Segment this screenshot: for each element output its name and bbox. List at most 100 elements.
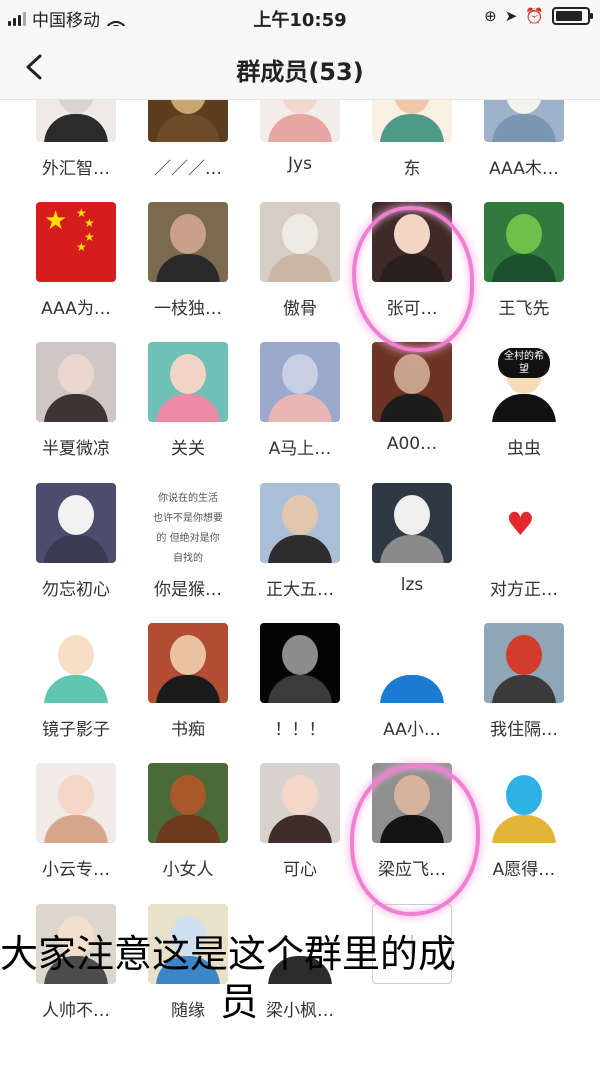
- avatar-body-shape: [380, 535, 444, 563]
- member-item[interactable]: ♥ 对方正…: [474, 483, 574, 613]
- member-name: 傲骨: [283, 299, 317, 319]
- member-name: A00…: [386, 434, 438, 454]
- member-avatar: [148, 763, 228, 843]
- member-name: 可心: [283, 860, 317, 880]
- avatar-head-shape: [58, 354, 94, 394]
- member-name: ／／／…: [154, 159, 222, 179]
- member-item[interactable]: 张可…: [362, 202, 462, 332]
- member-avatar: [260, 763, 340, 843]
- member-name: 王飞先: [498, 299, 550, 319]
- member-name: AA小…: [383, 720, 441, 740]
- member-name: 人帅不…: [42, 1001, 110, 1021]
- avatar-head-shape: [506, 100, 542, 114]
- member-name: lzs: [400, 575, 424, 595]
- member-item[interactable]: 王飞先: [474, 202, 574, 332]
- member-item[interactable]: Jys: [250, 100, 350, 192]
- battery-icon: [552, 7, 593, 25]
- member-item[interactable]: 你说在的生活 也许不是你想要的 但绝对是你自找的你是猴…: [138, 483, 238, 613]
- member-item[interactable]: 人帅不…: [26, 904, 126, 1034]
- member-avatar: [260, 904, 340, 984]
- member-avatar: [260, 483, 340, 563]
- avatar-text: 你说在的生活 也许不是你想要的 但绝对是你自找的: [153, 493, 223, 563]
- avatar-head-shape: [282, 635, 318, 675]
- member-avatar: [372, 202, 452, 282]
- avatar-head-shape: [170, 775, 206, 815]
- member-avatar: [372, 342, 452, 422]
- member-item[interactable]: 半夏微凉: [26, 342, 126, 472]
- member-item[interactable]: 书痴: [138, 623, 238, 753]
- member-item[interactable]: 小云专…: [26, 763, 126, 893]
- avatar-body-shape: [268, 254, 332, 282]
- member-item[interactable]: A00…: [362, 342, 462, 472]
- member-item[interactable]: AA小…: [362, 623, 462, 753]
- avatar-head-shape: [506, 775, 542, 815]
- avatar-head-shape: [58, 916, 94, 956]
- member-item[interactable]: A马上…: [250, 342, 350, 472]
- member-item[interactable]: 梁应飞…: [362, 763, 462, 893]
- member-name: A愿得…: [492, 860, 556, 880]
- avatar-head-shape: [58, 100, 94, 114]
- member-name: 东: [403, 159, 421, 179]
- member-item[interactable]: ／／／…: [138, 100, 238, 192]
- member-item[interactable]: 小女人: [138, 763, 238, 893]
- avatar-body-shape: [156, 394, 220, 422]
- page-title: 群成员(53): [236, 58, 364, 86]
- avatar-body-shape: [44, 815, 108, 843]
- orientation-lock-icon: ⊕: [484, 7, 497, 25]
- avatar-body-shape: [268, 535, 332, 563]
- member-item[interactable]: 一枝独…: [138, 202, 238, 332]
- avatar-body-shape: [268, 675, 332, 703]
- member-name: 你是猴…: [154, 580, 222, 600]
- alarm-icon: ⏰: [525, 7, 544, 25]
- location-icon: ➤: [504, 7, 518, 25]
- avatar-head-shape: [506, 635, 542, 675]
- avatar-body-shape: [44, 535, 108, 563]
- member-name: 虫虫: [507, 439, 541, 459]
- avatar-body-shape: [268, 815, 332, 843]
- member-item[interactable]: ！！！: [250, 623, 350, 753]
- avatar-head-shape: [394, 100, 430, 114]
- member-item[interactable]: 正大五…: [250, 483, 350, 613]
- member-item[interactable]: 东: [362, 100, 462, 192]
- member-item[interactable]: AAA木…: [474, 100, 574, 192]
- member-item[interactable]: A愿得…: [474, 763, 574, 893]
- avatar-body-shape: [492, 815, 556, 843]
- member-name: 小女人: [162, 860, 214, 880]
- member-avatar: [36, 483, 116, 563]
- status-bar: 中国移动 上午10:59 ⊕ ➤ ⏰: [0, 0, 600, 34]
- add-member-button[interactable]: [372, 904, 452, 984]
- member-item[interactable]: 随缘: [138, 904, 238, 1034]
- member-item[interactable]: ★ ★ ★ ★ ★ AAA为…: [26, 202, 126, 332]
- member-item[interactable]: 镜子影子: [26, 623, 126, 753]
- member-item[interactable]: 勿忘初心: [26, 483, 126, 613]
- heart-icon: ♥: [506, 505, 535, 543]
- member-item[interactable]: 外汇智…: [26, 100, 126, 192]
- member-item[interactable]: 关关: [138, 342, 238, 472]
- avatar-body-shape: [268, 956, 332, 984]
- member-item[interactable]: 梁小枫…: [250, 904, 350, 1034]
- member-avatar: [148, 100, 228, 142]
- member-name: AAA木…: [489, 159, 559, 179]
- member-item[interactable]: [362, 904, 462, 1034]
- member-avatar: 你说在的生活 也许不是你想要的 但绝对是你自找的: [148, 483, 228, 563]
- avatar-head-shape: [170, 214, 206, 254]
- member-item[interactable]: 全村的希望 虫虫: [474, 342, 574, 472]
- member-avatar: [36, 623, 116, 703]
- member-name: 随缘: [171, 1001, 205, 1021]
- member-item[interactable]: 傲骨: [250, 202, 350, 332]
- member-item[interactable]: 我住隔…: [474, 623, 574, 753]
- member-item[interactable]: 可心: [250, 763, 350, 893]
- avatar-body-shape: [380, 254, 444, 282]
- avatar-body-shape: [492, 114, 556, 142]
- member-avatar: ♥: [484, 483, 564, 563]
- avatar-head-shape: [282, 775, 318, 815]
- avatar-body-shape: [156, 254, 220, 282]
- status-right: ⊕ ➤ ⏰: [484, 7, 593, 25]
- avatar-head-shape: [394, 775, 430, 815]
- avatar-head-shape: [58, 635, 94, 675]
- avatar-body-shape: [44, 394, 108, 422]
- member-item[interactable]: lzs: [362, 483, 462, 613]
- member-avatar: [260, 100, 340, 142]
- avatar-head-shape: [506, 214, 542, 254]
- member-avatar: ★ ★ ★ ★ ★: [36, 202, 116, 282]
